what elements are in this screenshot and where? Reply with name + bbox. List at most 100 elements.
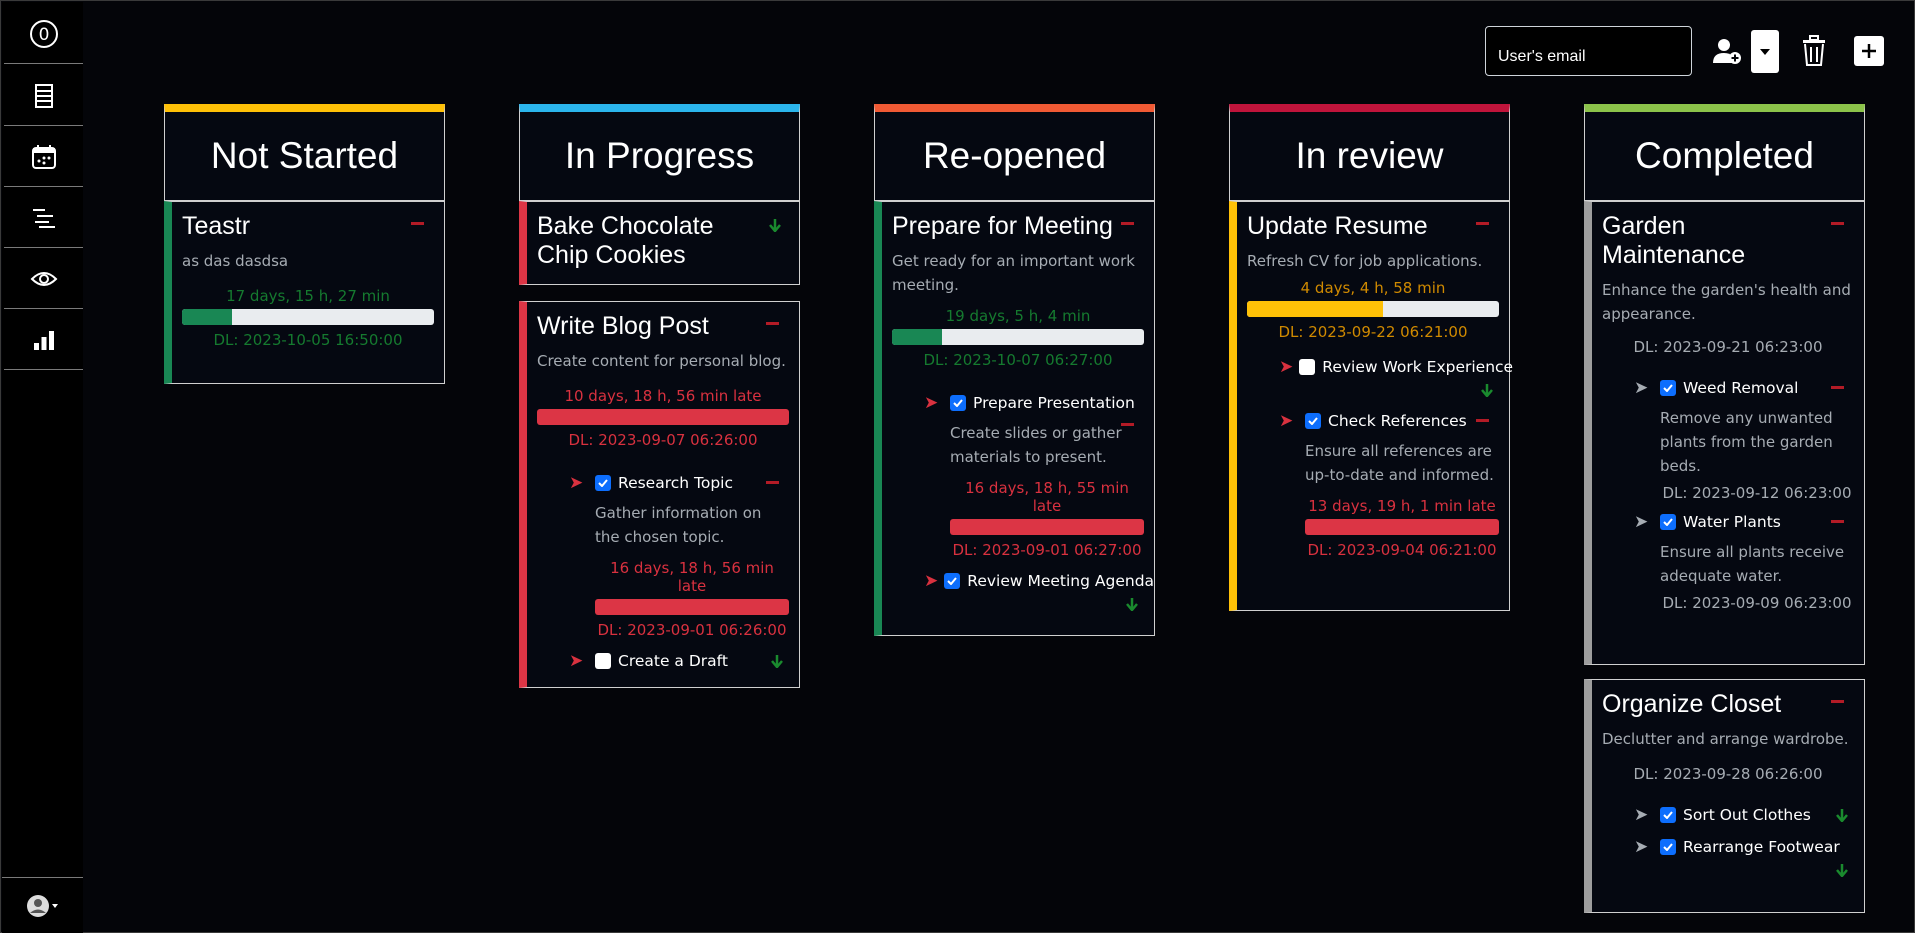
remove-task-icon[interactable] [1476, 222, 1489, 225]
subtask: ➤ Create a Draft [569, 649, 789, 673]
subtask-checkbox[interactable] [595, 653, 611, 669]
progress-bar [595, 599, 789, 615]
subtask-arrow-icon[interactable]: ➤ [1279, 358, 1293, 376]
subtask-arrow-icon[interactable]: ➤ [1279, 412, 1299, 430]
time-remaining: 13 days, 19 h, 1 min late [1308, 497, 1496, 515]
time-remaining: 4 days, 4 h, 58 min [1300, 279, 1446, 297]
remove-subtask-icon[interactable] [766, 481, 779, 484]
sidebar: 0 [2, 2, 83, 933]
column-in-review: In review Update Resume Refresh CV for j… [1229, 104, 1513, 625]
subtask: ➤ Rearrange Footwear [1634, 835, 1854, 877]
stats-icon[interactable] [4, 310, 83, 370]
user-email-input[interactable] [1485, 26, 1692, 76]
add-user-icon [1713, 39, 1741, 64]
add-user-button[interactable] [1707, 31, 1747, 71]
task-card[interactable]: Prepare for Meeting Get ready for an imp… [874, 201, 1155, 636]
subtask-arrow-icon[interactable]: ➤ [1634, 513, 1654, 531]
arrow-down-icon[interactable] [1481, 383, 1493, 397]
remove-subtask-icon[interactable] [1831, 520, 1844, 523]
subtask-title: Review Meeting Agenda [967, 572, 1155, 590]
task-card[interactable]: Garden Maintenance Enhance the garden's … [1584, 201, 1865, 665]
arrow-down-icon[interactable] [769, 218, 781, 232]
task-card[interactable]: Update Resume Refresh CV for job applica… [1229, 201, 1513, 611]
remove-task-icon[interactable] [411, 222, 424, 225]
subtask-title: Review Work Experience [1322, 358, 1514, 376]
delete-board-button[interactable] [1797, 31, 1831, 71]
time-remaining: 17 days, 15 h, 27 min [226, 287, 390, 305]
subtask-arrow-icon[interactable]: ➤ [1634, 838, 1654, 856]
task-card[interactable]: Bake Chocolate Chip Cookies [519, 201, 800, 285]
subtask: ➤ Sort Out Clothes [1634, 803, 1854, 827]
subtask-title: Prepare Presentation [973, 394, 1135, 412]
remove-task-icon[interactable] [1831, 222, 1844, 225]
subtask-checkbox[interactable] [1305, 413, 1321, 429]
deadline: DL: 2023-09-01 06:27:00 [952, 541, 1142, 559]
task-desc: Refresh CV for job applications. [1247, 252, 1483, 270]
role-dropdown-button[interactable] [1751, 30, 1779, 73]
avatar-icon [26, 894, 58, 917]
time-remaining: 16 days, 18 h, 55 min late [965, 479, 1129, 515]
remove-task-icon[interactable] [766, 322, 779, 325]
subtask-arrow-icon[interactable]: ➤ [924, 572, 938, 590]
deadline: DL: 2023-09-09 06:23:00 [1662, 594, 1852, 612]
subtask-arrow-icon[interactable]: ➤ [569, 652, 589, 670]
task-desc: Create content for personal blog. [537, 352, 786, 370]
profile-menu[interactable] [2, 877, 83, 933]
subtask-arrow-icon[interactable]: ➤ [1634, 806, 1654, 824]
time-remaining: 10 days, 18 h, 56 min late [564, 387, 762, 405]
calendar-icon[interactable] [4, 127, 83, 187]
task-title: Teastr [182, 212, 251, 240]
arrow-down-icon[interactable] [771, 654, 783, 668]
logo-icon[interactable]: 0 [4, 4, 83, 64]
arrow-down-icon[interactable] [1836, 808, 1848, 822]
remove-subtask-icon[interactable] [1831, 386, 1844, 389]
add-task-button[interactable] [1854, 36, 1884, 66]
plus-icon [1862, 44, 1876, 58]
remove-subtask-icon[interactable] [1476, 419, 1489, 422]
task-card[interactable]: Write Blog Post Create content for perso… [519, 301, 800, 688]
task-desc: Declutter and arrange wardrobe. [1602, 730, 1849, 748]
subtask-checkbox[interactable] [944, 573, 961, 589]
subtask-checkbox[interactable] [1299, 359, 1316, 375]
column-completed: Completed Garden Maintenance Enhance the… [1584, 104, 1865, 927]
subtask-arrow-icon[interactable]: ➤ [924, 394, 944, 412]
remove-task-icon[interactable] [1121, 222, 1134, 225]
task-title: Update Resume [1247, 212, 1428, 240]
task-desc: Enhance the garden's health and appearan… [1602, 281, 1851, 323]
deadline: DL: 2023-09-28 06:26:00 [1633, 765, 1823, 783]
subtask-checkbox[interactable] [595, 475, 611, 491]
task-card[interactable]: Organize Closet Declutter and arrange wa… [1584, 679, 1865, 913]
task-title: Prepare for Meeting [892, 212, 1113, 240]
subtask-checkbox[interactable] [1660, 807, 1676, 823]
trash-icon [1803, 35, 1825, 66]
column-header: Re-opened [874, 104, 1155, 201]
subtask-checkbox[interactable] [1660, 839, 1676, 855]
arrow-down-icon[interactable] [1126, 597, 1138, 611]
deadline: DL: 2023-10-05 16:50:00 [213, 331, 403, 349]
eye-icon[interactable] [4, 249, 83, 309]
subtask-title: Weed Removal [1683, 379, 1799, 397]
caret-down-icon [1760, 48, 1770, 55]
subtask-checkbox[interactable] [1660, 380, 1676, 396]
subtask: ➤ Review Work Experience [1279, 355, 1513, 397]
remove-task-icon[interactable] [1831, 700, 1844, 703]
subtask-checkbox[interactable] [950, 395, 966, 411]
board-icon[interactable] [4, 66, 83, 126]
subtask: ➤ Prepare Presentation Create slides or … [924, 391, 1144, 559]
remove-subtask-icon[interactable] [1121, 423, 1134, 426]
deadline: DL: 2023-09-21 06:23:00 [1633, 338, 1823, 356]
subtask-title: Water Plants [1683, 513, 1781, 531]
subtask-arrow-icon[interactable]: ➤ [569, 474, 589, 492]
deadline: DL: 2023-09-12 06:23:00 [1662, 484, 1852, 502]
column-reopened: Re-opened Prepare for Meeting Get ready … [874, 104, 1155, 650]
column-title: Not Started [210, 135, 399, 176]
progress-bar [537, 409, 789, 425]
subtask-checkbox[interactable] [1660, 514, 1676, 530]
subtask-arrow-icon[interactable]: ➤ [1634, 379, 1654, 397]
gantt-icon[interactable] [4, 188, 83, 248]
task-card[interactable]: Teastr as das dasdsa 17 days, 15 h, 27 m… [164, 201, 445, 384]
deadline: DL: 2023-10-07 06:27:00 [923, 351, 1113, 369]
arrow-down-icon[interactable] [1836, 863, 1848, 877]
subtask-title: Check References [1328, 412, 1467, 430]
deadline: DL: 2023-09-04 06:21:00 [1307, 541, 1497, 559]
